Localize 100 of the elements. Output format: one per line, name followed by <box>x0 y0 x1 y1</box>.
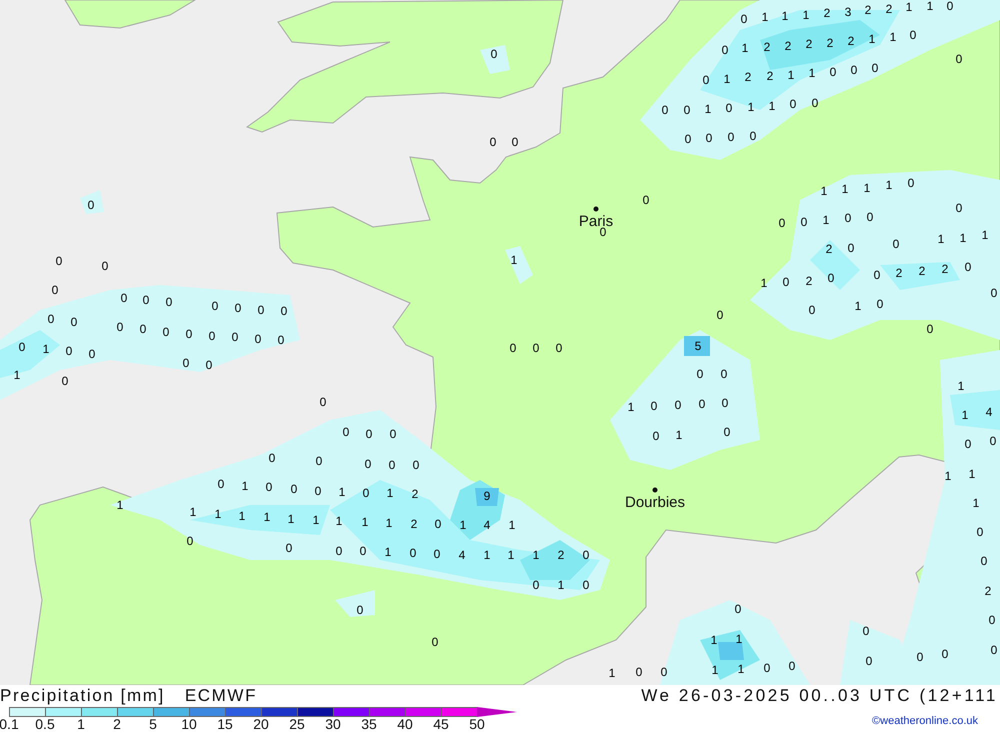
precipitation-value: 1 <box>972 497 980 509</box>
precipitation-value: 1 <box>944 470 952 482</box>
precipitation-value: 1 <box>508 519 516 531</box>
precipitation-value: 0 <box>910 29 916 41</box>
precipitation-value: 1 <box>802 9 810 21</box>
precipitation-value: 2 <box>784 40 792 52</box>
precipitation-value: 4 <box>986 406 992 418</box>
precipitation-value: 1 <box>938 233 944 245</box>
precipitation-value: 0 <box>56 255 62 267</box>
precipitation-value: 0 <box>490 48 498 60</box>
precipitation-value: 0 <box>314 485 322 497</box>
precipitation-value: 0 <box>790 98 796 110</box>
precipitation-value: 0 <box>362 487 370 499</box>
city-name: Dourbies <box>624 495 686 510</box>
precipitation-value: 1 <box>968 468 976 480</box>
precipitation-value: 0 <box>724 426 730 438</box>
precipitation-value: 0 <box>208 330 216 342</box>
precipitation-value: 1 <box>362 516 368 528</box>
precipitation-value: 0 <box>642 194 650 206</box>
valid-time: We 26-03-2025 00..03 UTC (12+111 <box>641 686 998 706</box>
scale-label: 0.5 <box>35 717 55 732</box>
precipitation-value: 1 <box>116 499 124 511</box>
precipitation-value: 0 <box>258 304 264 316</box>
precipitation-value: 1 <box>738 663 744 675</box>
precipitation-value: 1 <box>14 369 20 381</box>
precipitation-value: 0 <box>266 481 272 493</box>
precipitation-value: 0 <box>674 399 682 411</box>
precipitation-value: 2 <box>558 549 564 561</box>
scale-label: 0.1 <box>0 717 19 732</box>
scale-label: 35 <box>361 717 377 732</box>
precipitation-value: 0 <box>908 177 914 189</box>
model-name: ECMWF <box>184 686 258 706</box>
precipitation-value: 1 <box>724 73 730 85</box>
precipitation-value: 0 <box>750 130 756 142</box>
precipitation-value: 0 <box>360 545 366 557</box>
precipitation-value: 0 <box>764 662 770 674</box>
precipitation-value: 0 <box>706 132 712 144</box>
precipitation-value: 0 <box>582 579 590 591</box>
precipitation-value: 0 <box>432 636 438 648</box>
precipitation-value: 0 <box>510 342 516 354</box>
precipitation-value: 0 <box>660 666 668 678</box>
precipitation-value: 0 <box>728 131 734 143</box>
precipitation-value: 0 <box>434 518 442 530</box>
precipitation-value: 2 <box>806 275 812 287</box>
precipitation-value: 0 <box>964 438 972 450</box>
precipitation-value: 0 <box>716 309 724 321</box>
precipitation-value: 1 <box>508 549 514 561</box>
precipitation-value: 0 <box>990 287 998 299</box>
precipitation-value: 2 <box>848 35 854 47</box>
precipitation-value: 1 <box>460 519 466 531</box>
precipitation-value: 0 <box>720 368 728 380</box>
precipitation-value: 1 <box>338 486 346 498</box>
precipitation-value: 2 <box>984 585 992 597</box>
precipitation-value: 0 <box>812 97 818 109</box>
precipitation-value: 0 <box>866 211 874 223</box>
precipitation-value: 0 <box>874 269 880 281</box>
precipitation-value: 1 <box>982 229 988 241</box>
precipitation-value: 0 <box>48 313 54 325</box>
precipitation-value: 2 <box>412 488 418 500</box>
precipitation-value: 0 <box>698 398 706 410</box>
precipitation-value: 0 <box>872 62 878 74</box>
precipitation-value: 2 <box>886 3 892 15</box>
scale-label: 10 <box>181 717 197 732</box>
precipitation-value: 0 <box>490 136 496 148</box>
precipitation-value: 2 <box>896 267 902 279</box>
precipitation-value: 1 <box>854 300 862 312</box>
precipitation-value: 1 <box>742 42 748 54</box>
precipitation-value: 0 <box>532 342 540 354</box>
precipitation-value: 0 <box>364 458 372 470</box>
precipitation-value: 0 <box>990 435 996 447</box>
precipitation-value: 1 <box>842 183 848 195</box>
precipitation-value: 0 <box>278 334 284 346</box>
precipitation-value: 0 <box>990 644 998 656</box>
precipitation-value: 0 <box>434 548 440 560</box>
precipitation-value: 0 <box>788 660 796 672</box>
precipitation-value: 1 <box>958 380 964 392</box>
precipitation-value: 1 <box>336 515 342 527</box>
precipitation-value: 0 <box>650 400 658 412</box>
precipitation-value: 0 <box>232 331 238 343</box>
city-dot-icon <box>652 488 658 492</box>
precipitation-value: 0 <box>702 74 710 86</box>
precipitation-value: 1 <box>748 101 754 113</box>
precipitation-value: 1 <box>288 513 294 525</box>
precipitation-value: 2 <box>764 41 770 53</box>
precipitation-value: 0 <box>988 614 996 626</box>
precipitation-value: 0 <box>120 292 128 304</box>
precipitation-value: 1 <box>820 185 828 197</box>
precipitation-value: 1 <box>906 1 912 13</box>
precipitation-value: 0 <box>876 298 884 310</box>
city-dot-icon <box>594 206 598 212</box>
credit-link[interactable]: ©weatheronline.co.uk <box>872 715 978 727</box>
scale-label: 2 <box>113 717 121 732</box>
precipitation-value: 0 <box>722 397 728 409</box>
legend-title: Precipitation [mm] <box>0 686 165 706</box>
precipitation-value: 0 <box>342 426 350 438</box>
precipitation-value: 0 <box>182 357 190 369</box>
precipitation-value: 2 <box>826 243 832 255</box>
precipitation-value: 0 <box>512 136 518 148</box>
precipitation-value: 0 <box>848 242 854 254</box>
precipitation-value: 1 <box>704 103 712 115</box>
